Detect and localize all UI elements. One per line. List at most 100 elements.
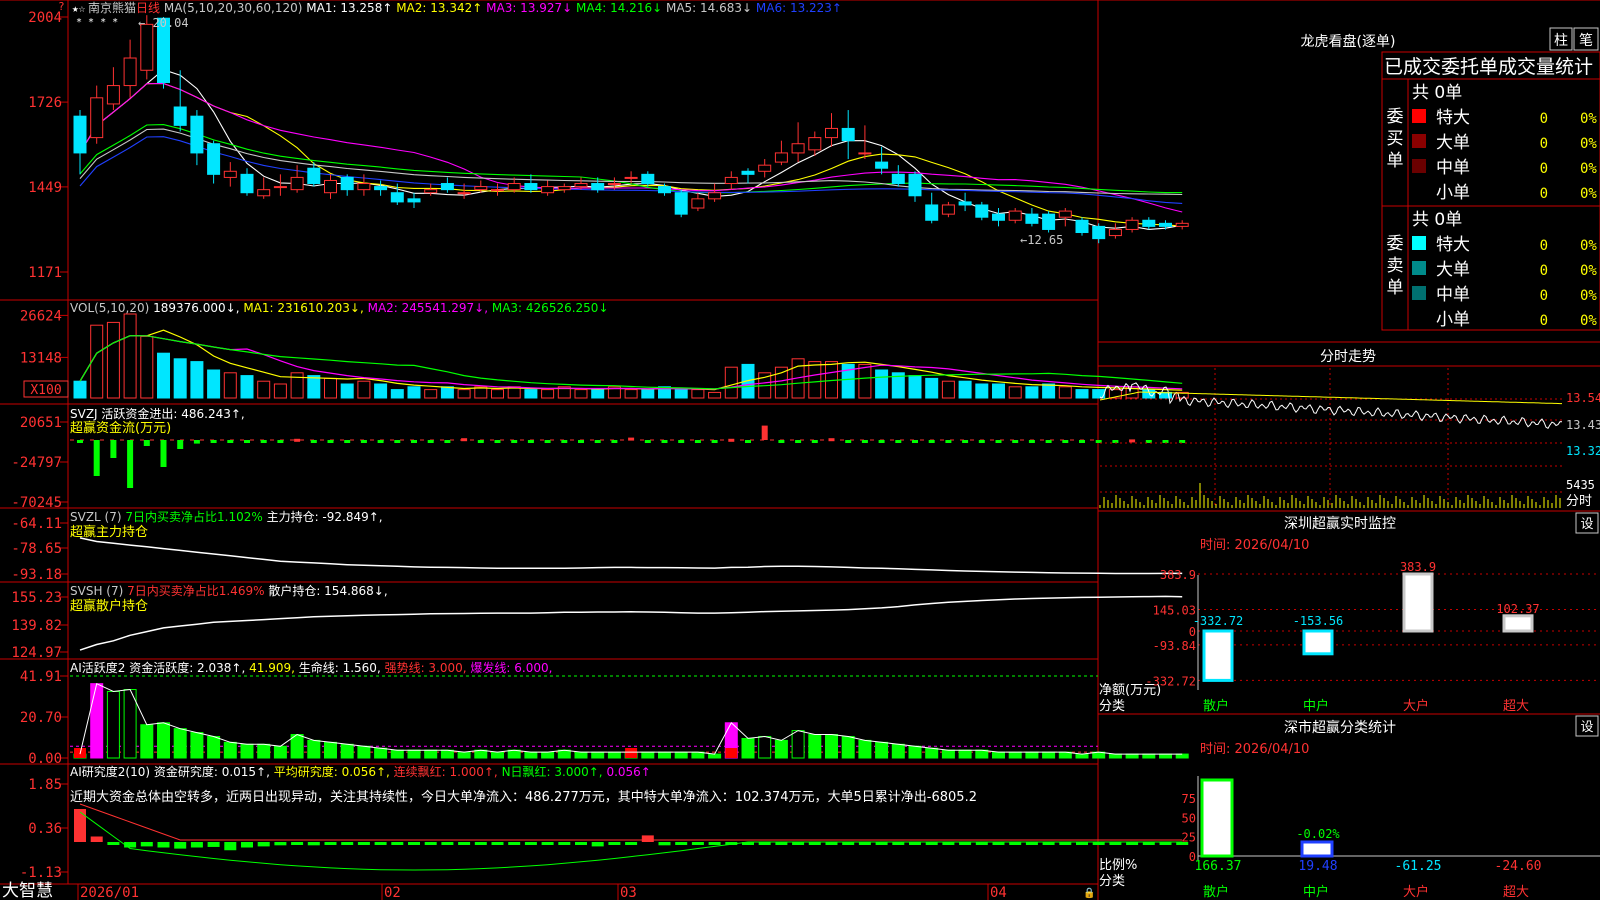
ai1-bar <box>524 751 538 759</box>
svzj-panel[interactable]: 20651 -24797 -70245 SVZJ 活跃资金进出: 486.243↑,超… <box>11 406 1186 511</box>
candle-body <box>123 57 137 87</box>
ai2-bar <box>708 842 721 845</box>
volume-bar <box>624 389 638 399</box>
svzj-bar <box>1012 440 1019 443</box>
order-row-count: 0 <box>1540 136 1548 152</box>
kline-panel[interactable]: 2004 1726 1449 1171 南京熊猫日线 MA(5,10,20,30,60,… <box>28 0 1189 281</box>
lock-icon[interactable]: 🔒 <box>1083 887 1095 899</box>
ai1-bar <box>992 751 1005 759</box>
svg-text:柱[interactable]: 柱 <box>1554 33 1568 49</box>
candle-body <box>674 192 688 215</box>
realtime-monitor: 深圳超赢实时监控 设时间: 2026/04/10383.9145.030-93.8… <box>1099 512 1600 714</box>
ai-activity-panel[interactable]: 41.91 20.70 0.00 AI活跃度2 资金活跃度: 2.038↑, 41.9… <box>20 660 1189 767</box>
ai2-bar <box>90 836 103 842</box>
candle-body <box>825 127 838 139</box>
tick-mode-button[interactable]: 笔 <box>1573 27 1599 51</box>
ai2-bar <box>691 842 704 845</box>
volume-bar <box>1058 386 1072 399</box>
candle <box>691 192 705 212</box>
svzj-bar <box>962 440 969 443</box>
bar-mode-button[interactable]: 柱 <box>1549 27 1573 51</box>
minute-y-tick: 13.54 <box>1566 391 1600 405</box>
ai1-bar <box>908 745 922 759</box>
order-swatch <box>1412 134 1426 148</box>
ai1-bar <box>541 751 555 759</box>
candle <box>741 168 755 184</box>
y-tick-label: 1726 <box>28 95 62 111</box>
candle-body <box>875 161 889 169</box>
star-icon[interactable]: ★☆ <box>72 2 86 15</box>
svzj-sub: 超赢资金流(万元) <box>70 420 171 436</box>
ai1-bar <box>941 749 955 759</box>
order-row-name: 中单 <box>1436 285 1470 305</box>
monitor-ylabel: 净额(万元) <box>1099 683 1161 698</box>
volume-bar <box>858 363 872 399</box>
order-row-pct: 0% <box>1580 111 1597 127</box>
svzj-bar <box>360 440 367 443</box>
ai2-bar <box>575 842 587 845</box>
ai2-bar <box>224 842 237 851</box>
ai1-bar <box>340 743 354 759</box>
y-tick-label: 0.00 <box>28 751 62 767</box>
candle <box>240 168 254 196</box>
svzj-bar <box>694 440 701 443</box>
ai2-bar <box>558 842 571 845</box>
classify-set-label: 设 <box>1580 720 1593 735</box>
x-tick-label: 02 <box>384 885 401 900</box>
candle-body <box>474 186 488 191</box>
settings-marker-icon[interactable]: ? <box>58 0 65 13</box>
svzl-panel[interactable]: -64.11 -78.65 -93.18 SVZL (7) 7日内买卖净占比1.102… <box>11 509 1183 583</box>
svzj-bar <box>143 440 150 446</box>
y-tick-label: 20651 <box>20 415 62 431</box>
candle <box>791 122 805 163</box>
order-row-name: 中单 <box>1436 158 1470 178</box>
svsh-panel[interactable]: 155.23 139.82 124.97 SVSH (7) 7日内买卖净占比1.469… <box>11 583 1183 661</box>
minute-y-tick: 13.43 <box>1566 418 1600 432</box>
candle-body <box>507 183 521 191</box>
volume-bar <box>440 386 454 399</box>
ai1-bar <box>975 749 989 759</box>
ai1-bar <box>774 739 788 759</box>
ai-research-panel[interactable]: 1.85 0.36 -1.13 AI研究度2(10) 资金研究度: 0.015↑, 平… <box>20 764 1189 881</box>
side-label-char: 委 <box>1387 234 1404 254</box>
svzj-bar <box>210 440 217 443</box>
candle-body <box>758 164 772 172</box>
candle <box>491 183 504 196</box>
panel-legend: AI活跃度2 资金活跃度: 2.038↑, 41.909, 生命线: 1.560… <box>70 660 552 675</box>
ai1-bar <box>1175 753 1189 759</box>
ai1-bar <box>708 753 722 759</box>
svzj-bar <box>811 440 818 443</box>
order-row-pct: 0% <box>1580 161 1597 177</box>
volume-panel[interactable]: 26624 13148 X100 VOL(5,10,20) 189376.000↓, … <box>20 301 1189 399</box>
candle-body <box>691 198 705 209</box>
candle-body <box>591 183 605 191</box>
candle <box>73 110 87 175</box>
monitor-value: 102.37 <box>1496 602 1539 616</box>
minute-chart[interactable]: 分时走势 13.54 13.43 13.32 5435 分时 <box>1098 349 1600 509</box>
candle <box>891 165 905 187</box>
ai1-bar <box>658 751 671 759</box>
svzl-line <box>79 537 1183 575</box>
ai1-bar <box>507 749 521 759</box>
order-row-name: 小单 <box>1436 183 1470 203</box>
svzj-bar <box>594 440 601 443</box>
svzj-bar <box>761 425 768 440</box>
main-legend: 南京熊猫日线 MA(5,10,20,30,60,120) MA1: 13.258… <box>88 0 842 15</box>
monitor-value: 383.9 <box>1400 560 1436 574</box>
ai1-bar <box>424 749 438 759</box>
svg-text:笔[interactable]: 笔 <box>1579 33 1593 49</box>
candle <box>190 110 204 166</box>
svzj-bar <box>193 440 200 444</box>
ai1-bar <box>841 735 855 759</box>
ai1-bar <box>925 747 939 759</box>
candle <box>1008 208 1022 224</box>
panel-legend: SVSH (7) 7日内买卖净占比1.469% 散户持仓: 154.868↓, <box>70 583 388 598</box>
volume-bar <box>123 313 137 399</box>
candle <box>273 174 287 196</box>
y-tick-label: 1171 <box>28 265 62 281</box>
volume-bar <box>157 352 170 399</box>
monitor-cat: 超大 <box>1503 699 1529 714</box>
svzj-bar <box>745 440 751 443</box>
ai1-bar <box>958 749 972 759</box>
y-tick-label: 26624 <box>20 308 62 324</box>
